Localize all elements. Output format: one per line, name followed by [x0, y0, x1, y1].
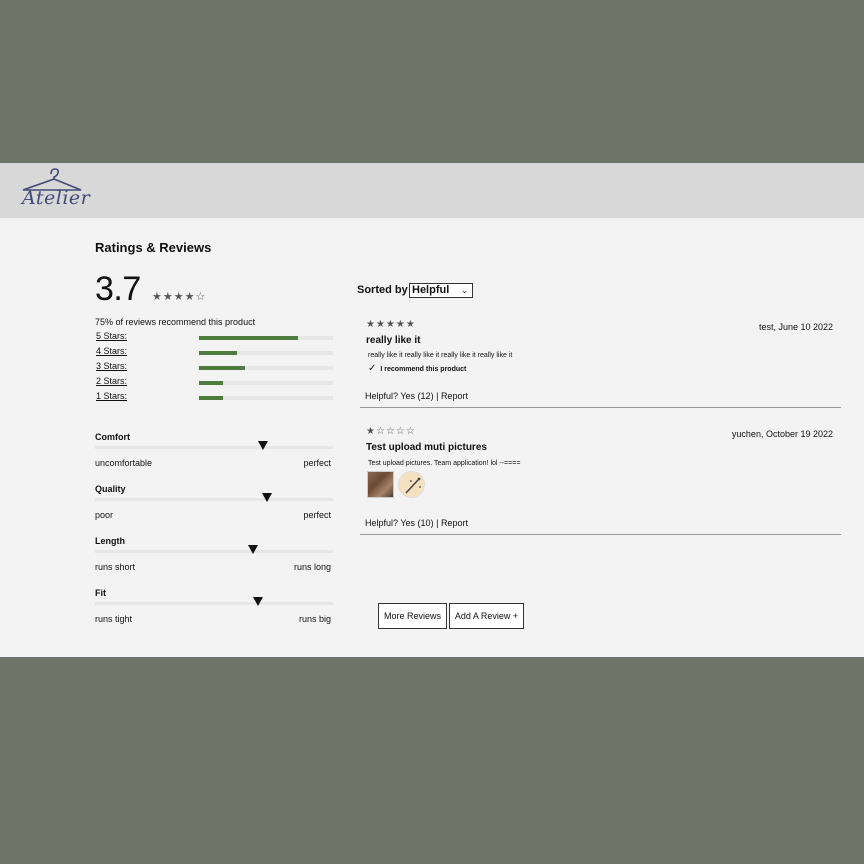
review-stars: ★★★★★: [366, 319, 416, 330]
breakdown-fill: [199, 381, 224, 385]
star-breakdown-row[interactable]: 2 Stars:: [96, 376, 336, 388]
characteristic-low-label: runs tight: [95, 614, 133, 624]
characteristic-marker: [257, 441, 268, 450]
review-body: really like it really like it really lik…: [368, 352, 513, 359]
characteristic-high-label: perfect: [303, 510, 331, 520]
header: Atelier: [0, 163, 864, 218]
characteristic-high-label: runs long: [293, 562, 331, 572]
page: Atelier Ratings & Reviews 3.7 ★★★★☆ 75% …: [0, 163, 864, 657]
review-title: really like it: [366, 335, 421, 346]
characteristic-quality: Quality poor perfect: [95, 484, 333, 534]
review-recommend-text: I recommend this product: [380, 366, 467, 373]
star-filter-link[interactable]: 5 Stars:: [96, 331, 127, 341]
characteristic-name: Quality: [95, 484, 126, 494]
helpful-yes-link[interactable]: Yes (10): [400, 518, 433, 528]
characteristic-marker: [252, 597, 263, 606]
characteristic-track: [95, 446, 333, 449]
star-filter-link[interactable]: 4 Stars:: [96, 346, 127, 356]
more-reviews-button[interactable]: More Reviews: [378, 603, 447, 629]
review-photo-thumbnail[interactable]: [367, 471, 394, 498]
characteristic-length: Length runs short runs long: [95, 536, 333, 586]
sort-dropdown[interactable]: Helpful ⌄: [409, 283, 473, 298]
star-breakdown-row[interactable]: 4 Stars:: [96, 346, 336, 358]
review-stars: ★☆☆☆☆: [366, 426, 416, 437]
helpful-row: Helpful? Yes (10) | Report: [365, 518, 468, 528]
breakdown-track: [199, 396, 333, 400]
helpful-row: Helpful? Yes (12) | Report: [365, 391, 468, 401]
add-review-button[interactable]: Add A Review +: [449, 603, 524, 629]
breakdown-track: [199, 351, 333, 355]
characteristic-comfort: Comfort uncomfortable perfect: [95, 432, 333, 482]
characteristic-marker: [248, 545, 259, 554]
breakdown-track: [199, 336, 333, 340]
review-body: Test upload pictures. Team application! …: [368, 460, 521, 467]
characteristic-high-label: runs big: [298, 614, 331, 624]
brand-logo[interactable]: Atelier: [18, 165, 91, 215]
report-link[interactable]: Report: [441, 518, 468, 528]
review-photo-thumbnail[interactable]: [398, 471, 425, 498]
review-tile: ★★★★★ test, June 10 2022 really like it …: [360, 318, 841, 408]
characteristic-track: [95, 498, 333, 501]
report-link[interactable]: Report: [441, 391, 468, 401]
helpful-prefix: Helpful?: [365, 518, 399, 528]
checkmark-icon: ✓: [368, 363, 377, 374]
review-title: Test upload muti pictures: [366, 442, 487, 453]
star-breakdown-row[interactable]: 3 Stars:: [96, 361, 336, 373]
characteristic-name: Comfort: [95, 432, 130, 442]
review-recommend: ✓ I recommend this product: [368, 363, 466, 374]
star-filter-link[interactable]: 2 Stars:: [96, 376, 127, 386]
characteristic-high-label: perfect: [303, 458, 331, 468]
sort-selected-value: Helpful: [412, 284, 450, 296]
star-filter-link[interactable]: 3 Stars:: [96, 361, 127, 371]
characteristic-name: Length: [95, 536, 125, 546]
helpful-separator: |: [436, 391, 439, 401]
star-breakdown-row[interactable]: 1 Stars:: [96, 391, 336, 403]
average-rating: 3.7: [95, 270, 141, 308]
breakdown-track: [199, 366, 333, 370]
recommend-percentage: 75% of reviews recommend this product: [95, 317, 256, 327]
helpful-separator: |: [436, 518, 439, 528]
breakdown-track: [199, 381, 333, 385]
sort-label: Sorted by: [357, 284, 408, 296]
wand-icon: [405, 477, 421, 494]
characteristic-marker: [262, 493, 273, 502]
ratings-title: Ratings & Reviews: [95, 240, 212, 255]
characteristic-low-label: uncomfortable: [95, 458, 153, 468]
star-filter-link[interactable]: 1 Stars:: [96, 391, 127, 401]
average-stars: ★★★★☆: [152, 291, 207, 303]
characteristic-fit: Fit runs tight runs big: [95, 588, 333, 638]
breakdown-fill: [199, 366, 245, 370]
helpful-yes-link[interactable]: Yes (12): [400, 391, 433, 401]
review-tile: ★☆☆☆☆ yuchen, October 19 2022 Test uploa…: [360, 425, 841, 535]
breakdown-fill: [199, 351, 237, 355]
characteristic-track: [95, 602, 333, 605]
star-breakdown-row[interactable]: 5 Stars:: [96, 331, 336, 343]
characteristic-low-label: runs short: [95, 562, 136, 572]
characteristic-track: [95, 550, 333, 553]
characteristic-name: Fit: [95, 588, 106, 598]
logo-text: Atelier: [22, 187, 91, 209]
review-meta: yuchen, October 19 2022: [731, 429, 833, 439]
breakdown-fill: [199, 336, 299, 340]
chevron-down-icon: ⌄: [461, 286, 468, 295]
characteristic-low-label: poor: [95, 510, 114, 520]
breakdown-fill: [199, 396, 224, 400]
review-meta: test, June 10 2022: [758, 322, 833, 332]
helpful-prefix: Helpful?: [365, 391, 399, 401]
